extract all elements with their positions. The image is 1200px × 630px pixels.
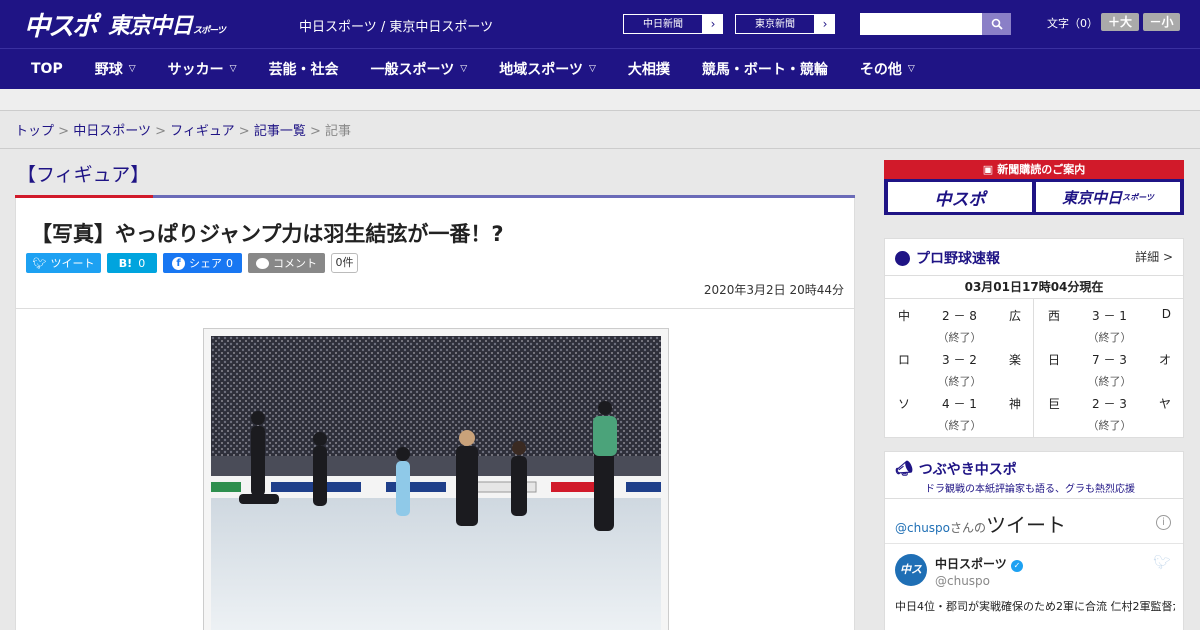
hatena-button[interactable]: B! 0 <box>107 253 157 273</box>
tweet-author-handle[interactable]: @chuspo <box>935 574 990 588</box>
baseball-icon <box>895 250 910 266</box>
chunichi-link[interactable]: 中日新聞 › <box>622 13 724 35</box>
chevron-right-icon: › <box>710 17 716 31</box>
sub-bar <box>0 89 1200 111</box>
score-title: プロ野球速報 <box>895 248 1000 268</box>
subscription-ad[interactable]: ▣ 新聞購読のご案内 中スポ 東京中日 スポーツ <box>884 160 1184 215</box>
font-size-label: 文字（0） <box>1047 17 1098 30</box>
megaphone-icon: 📣︎ <box>895 461 913 477</box>
game-row[interactable]: 西3 － 1 D （終了） <box>1035 299 1184 344</box>
breadcrumb: トップ > 中日スポーツ > フィギュア > 記事一覧 > 記事 <box>15 124 352 139</box>
game-row[interactable]: 日7 － 3 オ（終了） <box>1035 343 1184 388</box>
newspaper-icon: ▣ <box>982 163 994 176</box>
twitter-widget: 📣︎ つぶやき中スポ ドラ観戦の本紙評論家も語る、グラも熱烈応援 @chuspo… <box>884 451 1184 630</box>
tokyo-link-label: 東京新聞 <box>735 14 815 34</box>
breadcrumb-current: 記事 <box>325 124 352 139</box>
ad-title: ▣ 新聞購読のご案内 <box>884 160 1184 179</box>
avatar[interactable]: 中スポ <box>895 554 927 608</box>
chevron-down-icon: ▽ <box>128 64 136 74</box>
comment-button[interactable]: コメント <box>248 253 325 273</box>
article-photo-frame <box>203 328 669 630</box>
score-details-link[interactable]: 詳細 > <box>1135 248 1173 265</box>
nav-item-entertainment[interactable]: 芸能・社会 <box>253 59 355 79</box>
chevron-right-icon: › <box>822 17 828 31</box>
info-icon[interactable]: i <box>1156 515 1171 530</box>
baseball-scores: プロ野球速報 詳細 > 03月01日17時04分現在 中2 － 8 広（終了） ロ… <box>884 238 1184 438</box>
tokyo-link[interactable]: 東京新聞 › <box>734 13 836 35</box>
ad-chuspo-logo[interactable]: 中スポ <box>888 182 1032 212</box>
breadcrumb-list[interactable]: 記事一覧 <box>254 124 306 139</box>
game-row[interactable]: ロ3 － 2 楽（終了） <box>885 343 1034 388</box>
logo-chuspo: 中スポ <box>24 11 98 42</box>
score-timestamp: 03月01日17時04分現在 <box>885 275 1183 299</box>
tweet-button[interactable]: 🐦︎ ツイート <box>26 253 101 273</box>
twitter-icon: 🐦︎ <box>32 256 47 270</box>
ad-tokyo-logo[interactable]: 東京中日 スポーツ <box>1036 182 1180 212</box>
site-logo[interactable]: 中スポ 東京中日スポーツ <box>24 8 226 42</box>
search-box <box>860 13 1011 35</box>
font-smaller-button[interactable]: －小 <box>1143 13 1180 31</box>
chevron-down-icon: ▽ <box>588 64 596 74</box>
article-date: 2020年3月2日 20時44分 <box>703 283 844 297</box>
article-photo[interactable] <box>211 336 661 630</box>
nav-item-general-sports[interactable]: 一般スポーツ ▽ <box>355 59 484 79</box>
site-tagline: 中日スポーツ / 東京中日スポーツ <box>299 20 494 35</box>
chevron-down-icon: ▽ <box>460 64 468 74</box>
divider <box>0 148 1200 149</box>
font-larger-button[interactable]: ＋大 <box>1101 13 1139 31</box>
breadcrumb-top[interactable]: トップ <box>15 124 54 139</box>
chevron-down-icon: ▽ <box>229 64 237 74</box>
comment-icon <box>256 257 269 269</box>
search-input[interactable] <box>860 13 982 35</box>
verified-icon: ✓ <box>1010 560 1023 572</box>
search-button[interactable] <box>982 13 1011 35</box>
game-row[interactable]: 巨2 － 3 ヤ（終了） <box>1035 387 1184 432</box>
nav-item-racing[interactable]: 競馬・ボート・競輪 <box>686 59 844 79</box>
twitter-bird-icon: 🐦︎ <box>1153 555 1171 571</box>
twitter-account-link[interactable]: @chuspo <box>895 521 950 535</box>
nav-item-other[interactable]: その他 ▽ <box>844 59 931 79</box>
chunichi-link-label: 中日新聞 <box>623 14 703 34</box>
search-icon <box>991 18 1003 30</box>
nav-item-baseball[interactable]: 野球 ▽ <box>79 59 152 79</box>
game-row[interactable]: ソ4 － 1 神（終了） <box>885 387 1034 432</box>
category-heading: 【フィギュア】 <box>17 164 150 186</box>
nav-item-soccer[interactable]: サッカー ▽ <box>152 59 253 79</box>
breadcrumb-chuspo[interactable]: 中日スポーツ <box>73 124 151 139</box>
scores-left: 中2 － 8 広（終了） ロ3 － 2 楽（終了） ソ4 － 1 神（終了） <box>885 299 1034 437</box>
facebook-icon: f <box>172 256 185 270</box>
chevron-down-icon: ▽ <box>907 64 915 74</box>
nav-item-top[interactable]: TOP <box>0 61 79 77</box>
twitter-widget-title: 📣︎ つぶやき中スポ <box>895 461 1017 478</box>
comment-count: 0件 <box>331 253 358 273</box>
logo-tokyo: 東京中日スポーツ <box>108 14 226 39</box>
facebook-share-button[interactable]: f シェア 0 <box>163 253 242 273</box>
tweet-author-name[interactable]: 中日スポーツ ✓ <box>935 555 1023 572</box>
twitter-widget-subtitle: ドラ観戦の本紙評論家も語る、グラも熱烈応援 <box>925 484 1135 495</box>
article-headline: 【写真】やっぱりジャンプ力は羽生結弦が一番！? <box>31 222 504 246</box>
article-body: 【写真】やっぱりジャンプ力は羽生結弦が一番！? 🐦︎ ツイート B! 0 f シェア 0… <box>15 198 855 630</box>
breadcrumb-figure[interactable]: フィギュア <box>170 124 234 139</box>
nav-item-sumo[interactable]: 大相撲 <box>612 59 686 79</box>
hatena-icon: B! <box>118 256 133 270</box>
skaters-photo <box>211 336 661 630</box>
tweet-text: 中日4位・郡司が実戦確保のため2軍に合流 仁村2軍監督が説明「出場機会をつくるた… <box>895 600 1175 613</box>
game-row[interactable]: 中2 － 8 広（終了） <box>885 299 1034 344</box>
scores-right: 西3 － 1 D （終了） 日7 － 3 オ（終了） 巨2 － 3 ヤ（終了） <box>1035 299 1184 437</box>
tweets-heading: @chuspoさんのツイート <box>895 513 1067 537</box>
main-nav: TOP 野球 ▽ サッカー ▽ 芸能・社会 一般スポーツ ▽ 地域スポーツ ▽ 大相撲 … <box>0 48 1200 89</box>
top-header: 中スポ 東京中日スポーツ 中日スポーツ / 東京中日スポーツ 中日新聞 › 東京… <box>0 0 1200 48</box>
divider <box>16 308 854 309</box>
nav-item-local-sports[interactable]: 地域スポーツ ▽ <box>483 59 612 79</box>
